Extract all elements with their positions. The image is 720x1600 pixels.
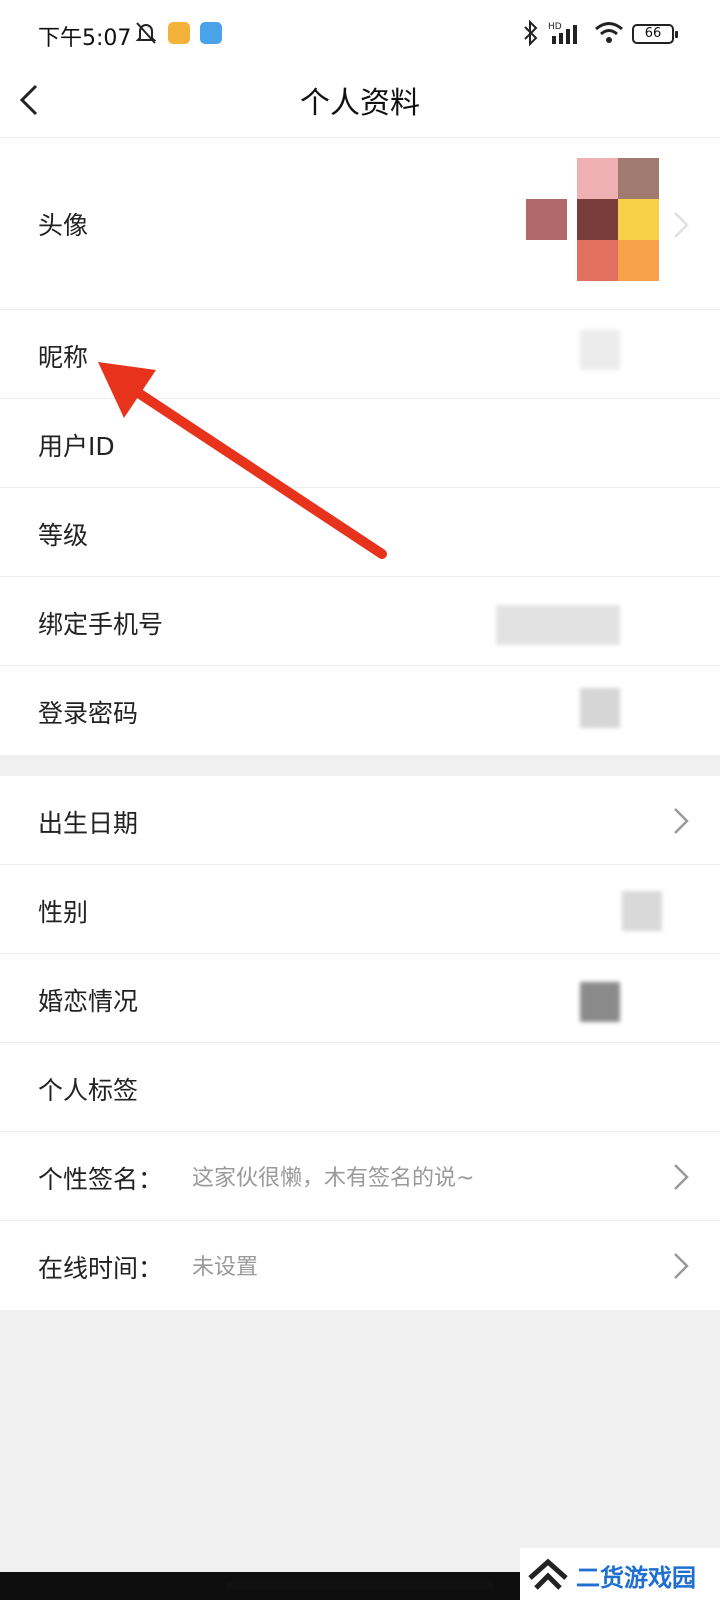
redacted-value [580,982,620,1022]
chevron-right-icon [674,1253,689,1279]
profile-group-personal: 出生日期 性别 婚恋情况 个人标签 个性签名： 这家伙很懒，木有签名的说~ 在线… [0,776,720,1310]
row-label-password: 登录密码 [38,699,139,728]
row-level[interactable]: 等级 [0,488,720,577]
row-gender[interactable]: 性别 [0,865,720,954]
row-label-level: 等级 [38,521,89,550]
weather-icon [200,22,222,44]
row-signature[interactable]: 个性签名： 这家伙很懒，木有签名的说~ [0,1132,720,1221]
row-birthday[interactable]: 出生日期 [0,776,720,865]
signature-value: 这家伙很懒，木有签名的说~ [192,1166,475,1191]
wifi-icon [595,22,623,43]
row-label-nickname: 昵称 [38,343,89,372]
chevron-right-icon [674,1164,689,1190]
row-label-online-time: 在线时间： [38,1254,164,1283]
online-time-value: 未设置 [192,1255,259,1280]
row-password[interactable]: 登录密码 [0,666,720,755]
row-label-avatar: 头像 [38,211,89,240]
row-label-relationship: 婚恋情况 [38,987,139,1016]
notification-app-icon [168,22,190,44]
chevron-right-icon [674,808,689,834]
status-time: 下午5:07 [38,26,132,51]
row-nickname[interactable]: 昵称 [0,310,720,399]
row-label-signature: 个性签名： [38,1165,164,1194]
row-label-phone: 绑定手机号 [38,610,164,639]
avatar [526,158,660,282]
bell-off-icon [135,22,157,44]
watermark-logo-icon [528,1558,568,1590]
row-label-birthday: 出生日期 [38,809,139,838]
row-avatar[interactable]: 头像 [0,138,720,310]
row-label-user-id: 用户ID [38,432,115,461]
battery-icon: 66 [632,24,678,44]
svg-text:HD: HD [548,22,562,32]
home-indicator[interactable] [226,1582,494,1590]
redacted-value [496,605,620,645]
watermark-text: 二货游戏园 [576,1564,696,1592]
bluetooth-icon [524,20,538,46]
profile-group-account: 头像 昵称 用户ID 等级 绑定手机号 登录密码 [0,138,720,755]
row-online-time[interactable]: 在线时间： 未设置 [0,1221,720,1310]
hd-signal-icon: HD [548,22,577,44]
chevron-right-icon [674,212,689,238]
row-relationship[interactable]: 婚恋情况 [0,954,720,1043]
row-label-tags: 个人标签 [38,1076,139,1105]
row-user-id[interactable]: 用户ID [0,399,720,488]
watermark: 二货游戏园 [520,1548,720,1600]
status-bar: 下午5:07 HD 66 [0,0,720,64]
redacted-value [622,891,662,931]
row-label-gender: 性别 [38,898,89,927]
row-tags[interactable]: 个人标签 [0,1043,720,1132]
redacted-value [580,330,620,370]
redacted-value [580,688,620,728]
nav-bar: 个人资料 [0,64,720,138]
page-title: 个人资料 [300,86,420,121]
row-phone[interactable]: 绑定手机号 [0,577,720,666]
